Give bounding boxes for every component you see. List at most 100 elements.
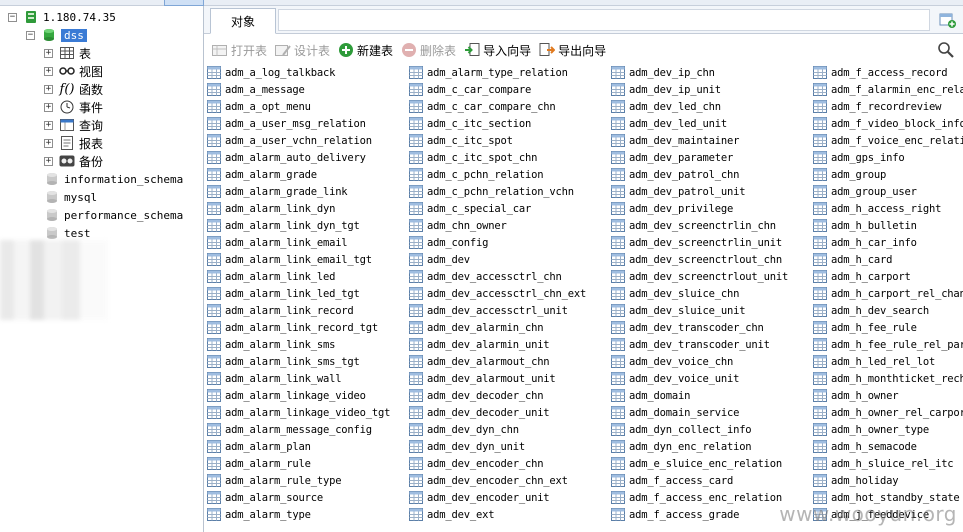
table-item[interactable]: adm_dev_screenctrlout_unit: [611, 268, 816, 285]
table-item[interactable]: adm_h_carport: [813, 268, 963, 285]
table-item[interactable]: adm_gps_info: [813, 149, 963, 166]
tree-node-backups[interactable]: + 备份: [44, 152, 103, 170]
delete-table-button[interactable]: 删除表: [401, 42, 456, 59]
table-item[interactable]: adm_domain: [611, 387, 816, 404]
table-item[interactable]: adm_alarm_type_relation: [409, 64, 614, 81]
tab-objects[interactable]: 对象: [210, 8, 276, 34]
table-item[interactable]: adm_alarm_link_record: [207, 302, 412, 319]
table-item[interactable]: adm_dev_maintainer: [611, 132, 816, 149]
table-item[interactable]: adm_alarm_type: [207, 506, 412, 523]
table-item[interactable]: adm_dev_accessctrl_chn_ext: [409, 285, 614, 302]
table-item[interactable]: adm_alarm_link_email: [207, 234, 412, 251]
table-item[interactable]: adm_c_car_compare: [409, 81, 614, 98]
open-table-button[interactable]: 打开表: [212, 42, 267, 59]
tree-node-db[interactable]: information_schema: [44, 170, 183, 188]
table-item[interactable]: adm_alarm_grade: [207, 166, 412, 183]
table-item[interactable]: adm_h_fee_rule_rel_par: [813, 336, 963, 353]
table-item[interactable]: adm_dev_dyn_unit: [409, 438, 614, 455]
table-item[interactable]: adm_alarm_link_dyn: [207, 200, 412, 217]
table-item[interactable]: adm_h_car_info: [813, 234, 963, 251]
table-item[interactable]: adm_c_car_compare_chn: [409, 98, 614, 115]
table-item[interactable]: adm_dev_sluice_chn: [611, 285, 816, 302]
table-item[interactable]: adm_group: [813, 166, 963, 183]
table-item[interactable]: adm_dev_patrol_unit: [611, 183, 816, 200]
table-item[interactable]: adm_dev_alarmin_chn: [409, 319, 614, 336]
table-item[interactable]: adm_h_dev_search: [813, 302, 963, 319]
table-item[interactable]: adm_dev_encoder_chn: [409, 455, 614, 472]
tree-node-functions[interactable]: + f() 函数: [44, 80, 103, 98]
new-table-button[interactable]: 新建表: [338, 42, 393, 59]
table-item[interactable]: adm_dev_alarmout_chn: [409, 353, 614, 370]
tree-node-tables[interactable]: + 表: [44, 44, 91, 62]
table-item[interactable]: adm_dev_led_unit: [611, 115, 816, 132]
table-item[interactable]: adm_c_itc_spot: [409, 132, 614, 149]
collapse-icon[interactable]: −: [8, 12, 17, 22]
table-item[interactable]: adm_h_carport_rel_chan: [813, 285, 963, 302]
tree-node-views[interactable]: + 视图: [44, 62, 103, 80]
table-item[interactable]: adm_alarm_linkage_video_tgt: [207, 404, 412, 421]
table-item[interactable]: adm_h_card: [813, 251, 963, 268]
table-item[interactable]: adm_alarm_link_sms: [207, 336, 412, 353]
table-item[interactable]: adm_alarm_rule_type: [207, 472, 412, 489]
table-item[interactable]: adm_h_sluice_rel_itc: [813, 455, 963, 472]
table-item[interactable]: adm_c_itc_spot_chn: [409, 149, 614, 166]
table-item[interactable]: adm_h_access_right: [813, 200, 963, 217]
table-item[interactable]: adm_e_sluice_enc_relation: [611, 455, 816, 472]
tree-node-connection[interactable]: − 1.180.74.35: [8, 8, 116, 26]
tree-node-db-dss[interactable]: − dss: [26, 26, 87, 44]
table-item[interactable]: adm_dev_encoder_unit: [409, 489, 614, 506]
table-item[interactable]: adm_a_user_msg_relation: [207, 115, 412, 132]
table-item[interactable]: adm_f_recordreview: [813, 98, 963, 115]
tree-node-queries[interactable]: + 查询: [44, 116, 103, 134]
table-item[interactable]: adm_dyn_collect_info: [611, 421, 816, 438]
table-item[interactable]: adm_h_monthticket_rech: [813, 370, 963, 387]
table-item[interactable]: adm_alarm_link_email_tgt: [207, 251, 412, 268]
tree-node-reports[interactable]: + 报表: [44, 134, 103, 152]
table-item[interactable]: adm_alarm_auto_delivery: [207, 149, 412, 166]
table-item[interactable]: adm_dev_patrol_chn: [611, 166, 816, 183]
table-item[interactable]: adm_dev_decoder_unit: [409, 404, 614, 421]
table-item[interactable]: adm_alarm_message_config: [207, 421, 412, 438]
expand-icon[interactable]: +: [44, 48, 53, 58]
expand-icon[interactable]: +: [44, 138, 53, 148]
collapse-icon[interactable]: −: [26, 30, 35, 40]
import-wizard-button[interactable]: 导入向导: [464, 42, 531, 59]
table-item[interactable]: adm_dev_accessctrl_chn: [409, 268, 614, 285]
table-item[interactable]: adm_c_itc_section: [409, 115, 614, 132]
expand-icon[interactable]: +: [44, 156, 53, 166]
table-item[interactable]: adm_dev_ip_chn: [611, 64, 816, 81]
table-item[interactable]: adm_a_log_talkback: [207, 64, 412, 81]
table-item[interactable]: adm_h_semacode: [813, 438, 963, 455]
table-item[interactable]: adm_dev: [409, 251, 614, 268]
table-item[interactable]: adm_holiday: [813, 472, 963, 489]
table-item[interactable]: adm_alarm_link_led: [207, 268, 412, 285]
table-item[interactable]: adm_h_owner: [813, 387, 963, 404]
table-item[interactable]: adm_h_owner_type: [813, 421, 963, 438]
table-item[interactable]: adm_chn_owner: [409, 217, 614, 234]
design-table-button[interactable]: 设计表: [275, 42, 330, 59]
table-item[interactable]: adm_dev_transcoder_unit: [611, 336, 816, 353]
table-item[interactable]: adm_a_user_vchn_relation: [207, 132, 412, 149]
table-item[interactable]: adm_alarm_linkage_video: [207, 387, 412, 404]
table-item[interactable]: adm_c_special_car: [409, 200, 614, 217]
table-item[interactable]: adm_alarm_link_wall: [207, 370, 412, 387]
export-wizard-button[interactable]: 导出向导: [539, 42, 606, 59]
table-item[interactable]: adm_f_voice_enc_relati: [813, 132, 963, 149]
table-item[interactable]: adm_dev_screenctrlin_chn: [611, 217, 816, 234]
table-item[interactable]: adm_h_bulletin: [813, 217, 963, 234]
table-item[interactable]: adm_dev_alarmout_unit: [409, 370, 614, 387]
table-item[interactable]: adm_f_access_record: [813, 64, 963, 81]
new-tab-icon[interactable]: [939, 11, 957, 29]
table-item[interactable]: adm_dev_alarmin_unit: [409, 336, 614, 353]
expand-icon[interactable]: +: [44, 66, 53, 76]
table-item[interactable]: adm_dev_encoder_chn_ext: [409, 472, 614, 489]
table-item[interactable]: adm_dev_privilege: [611, 200, 816, 217]
expand-icon[interactable]: +: [44, 102, 53, 112]
table-item[interactable]: adm_f_video_block_info: [813, 115, 963, 132]
table-item[interactable]: adm_a_message: [207, 81, 412, 98]
table-item[interactable]: adm_dev_voice_chn: [611, 353, 816, 370]
table-item[interactable]: adm_alarm_rule: [207, 455, 412, 472]
table-item[interactable]: adm_alarm_link_led_tgt: [207, 285, 412, 302]
table-item[interactable]: adm_h_led_rel_lot: [813, 353, 963, 370]
table-item[interactable]: adm_dyn_enc_relation: [611, 438, 816, 455]
